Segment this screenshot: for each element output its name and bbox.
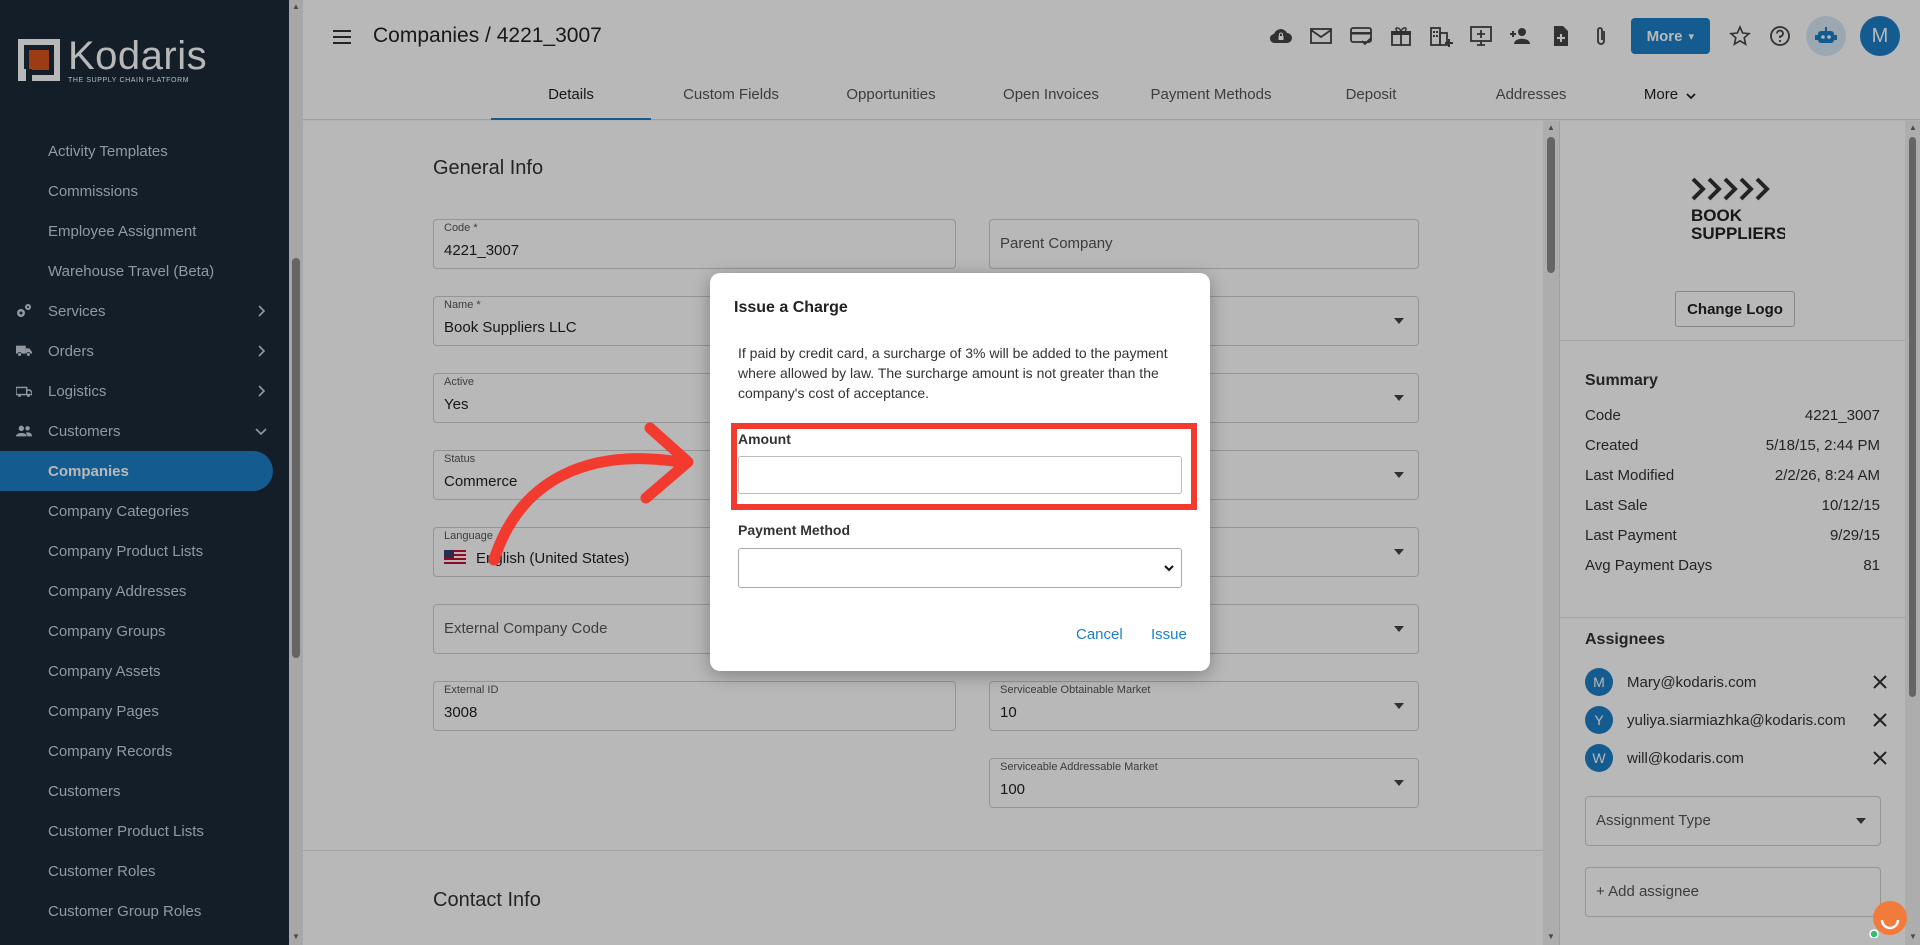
amount-highlight-box xyxy=(731,423,1197,510)
dialog-title: Issue a Charge xyxy=(734,299,848,316)
payment-method-select[interactable] xyxy=(738,548,1182,588)
cancel-button[interactable]: Cancel xyxy=(1076,626,1123,643)
chat-support-icon[interactable] xyxy=(1868,898,1908,938)
annotation-arrow-icon xyxy=(488,422,694,566)
issue-button[interactable]: Issue xyxy=(1151,626,1187,643)
surcharge-notice: If paid by credit card, a surcharge of 3… xyxy=(738,345,1168,401)
payment-method-label: Payment Method xyxy=(738,522,851,538)
chevron-down-icon xyxy=(1164,565,1174,572)
